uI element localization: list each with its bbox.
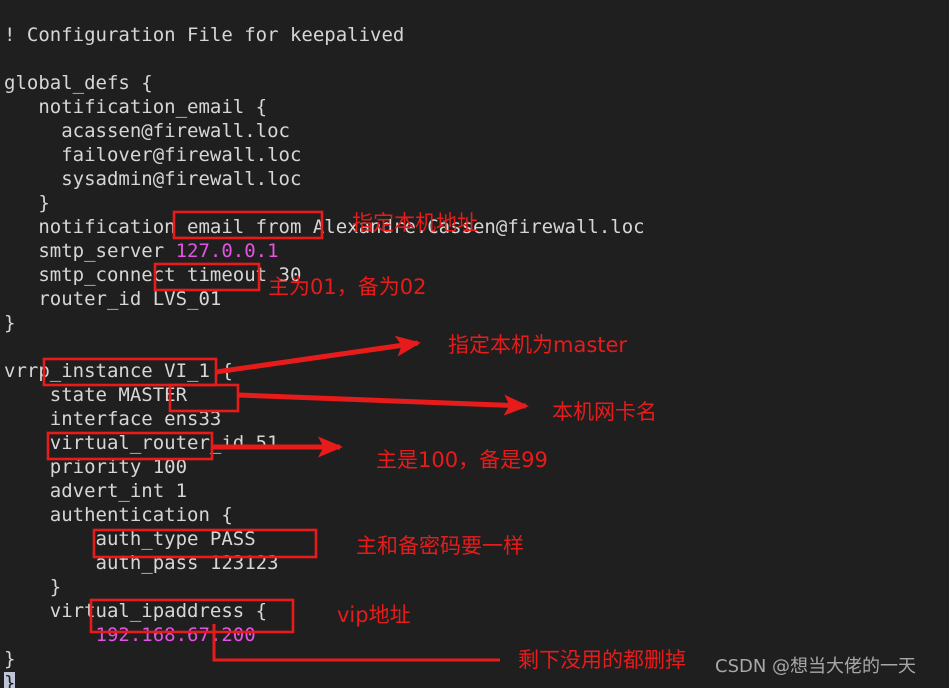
code-line: advert_int 1 [4,480,188,502]
code-line: ! Configuration File for keepalived [4,24,405,46]
code-line: notification_email { [4,96,268,118]
code-line: authentication { [4,504,233,526]
csdn-watermark: CSDN @想当大佬的一天 [715,656,917,677]
code-line: } [4,312,16,334]
annotation-priority: 主是100，备是99 [376,448,548,472]
annotation-delete-rest: 剩下没用的都删掉 [518,648,686,672]
code-line: smtp_server 127.0.0.1 [4,239,949,263]
code-line: global_defs { [4,72,153,94]
code-line: failover@firewall.loc [4,144,302,166]
annotation-smtp-server: 指定本机地址 [352,211,478,235]
code-line: vrrp_instance VI_1 { [4,360,233,382]
terminal-editor-screenshot: ! Configuration File for keepalived glob… [0,0,949,688]
annotation-router-id: 主为01，备为02 [268,275,427,299]
code-line: sysadmin@firewall.loc [4,168,302,190]
annotation-virtual-ip: vip地址 [337,603,411,627]
ip-address-value: 127.0.0.1 [175,240,279,262]
code-line: smtp_connect timeout 30 [4,264,302,286]
text-cursor: } [4,672,16,688]
code-line: 192.168.67.200 [4,623,949,647]
ip-address-value: 192.168.67.200 [95,624,256,646]
annotation-interface: 本机网卡名 [552,400,657,424]
code-line: interface ens33 [4,408,222,430]
annotation-auth-pass: 主和备密码要一样 [356,534,524,558]
code-line: acassen@firewall.loc [4,120,290,142]
code-line: router_id LVS_01 [4,288,222,310]
code-line-prefix: smtp_server [4,240,176,262]
code-line: virtual_ipaddress { [4,600,268,622]
code-line-prefix [4,624,96,646]
code-line: } [4,576,62,598]
code-line: state MASTER [4,384,188,406]
annotation-state-master: 指定本机为master [448,333,628,357]
